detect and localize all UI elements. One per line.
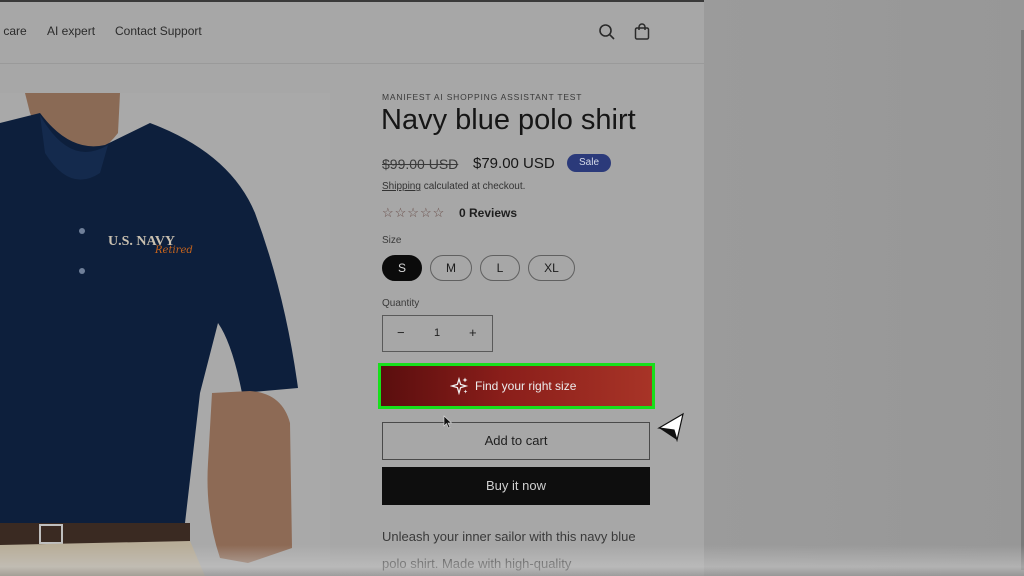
product-vendor: MANIFEST AI SHOPPING ASSISTANT TEST xyxy=(382,92,583,102)
nav-link-contact-support[interactable]: Contact Support xyxy=(115,24,202,38)
star-rating-icon: ☆☆☆☆☆ xyxy=(382,205,446,220)
product-image[interactable]: U.S. NAVY Retired xyxy=(0,93,330,576)
sparkle-icon xyxy=(450,376,469,396)
quantity-label: Quantity xyxy=(382,298,420,309)
size-option-m[interactable]: M xyxy=(430,255,472,281)
search-icon[interactable] xyxy=(597,22,617,42)
shirt-embroidery-script: Retired xyxy=(154,245,193,256)
add-to-cart-button[interactable]: Add to cart xyxy=(382,422,650,460)
find-right-size-label: Find your right size xyxy=(475,379,577,393)
mouse-cursor-icon xyxy=(443,415,453,429)
header-divider xyxy=(0,63,704,64)
compare-at-price: $99.00 USD xyxy=(382,156,459,172)
size-option-xl[interactable]: XL xyxy=(528,255,575,281)
nav-link-ai-expert[interactable]: AI expert xyxy=(47,24,95,38)
sale-badge: Sale xyxy=(567,154,611,172)
size-option-s[interactable]: S xyxy=(382,255,422,281)
product-page: r care AI expert Contact Support U.S. NA… xyxy=(0,0,704,576)
product-title: Navy blue polo shirt xyxy=(381,104,636,136)
bottom-fade xyxy=(0,545,1024,576)
pointer-arrow-icon xyxy=(657,412,684,442)
sale-price: $79.00 USD xyxy=(473,155,555,172)
size-option-l[interactable]: L xyxy=(480,255,520,281)
reviews-count[interactable]: 0 Reviews xyxy=(459,206,517,220)
quantity-increase-button[interactable]: + xyxy=(469,325,477,340)
cart-icon[interactable] xyxy=(632,22,652,42)
shipping-link[interactable]: Shipping xyxy=(382,181,421,192)
quantity-decrease-button[interactable]: − xyxy=(397,325,405,340)
shipping-note-text: calculated at checkout. xyxy=(420,181,526,192)
quantity-input[interactable]: 1 xyxy=(434,327,440,339)
size-label: Size xyxy=(382,235,402,246)
dimmed-overlay xyxy=(704,0,1024,576)
buy-it-now-button[interactable]: Buy it now xyxy=(382,467,650,505)
find-right-size-button[interactable]: Find your right size xyxy=(378,363,655,409)
shipping-note: Shipping calculated at checkout. xyxy=(382,181,525,192)
nav-link-care[interactable]: r care xyxy=(0,24,27,38)
quantity-stepper: − 1 + xyxy=(382,315,493,352)
